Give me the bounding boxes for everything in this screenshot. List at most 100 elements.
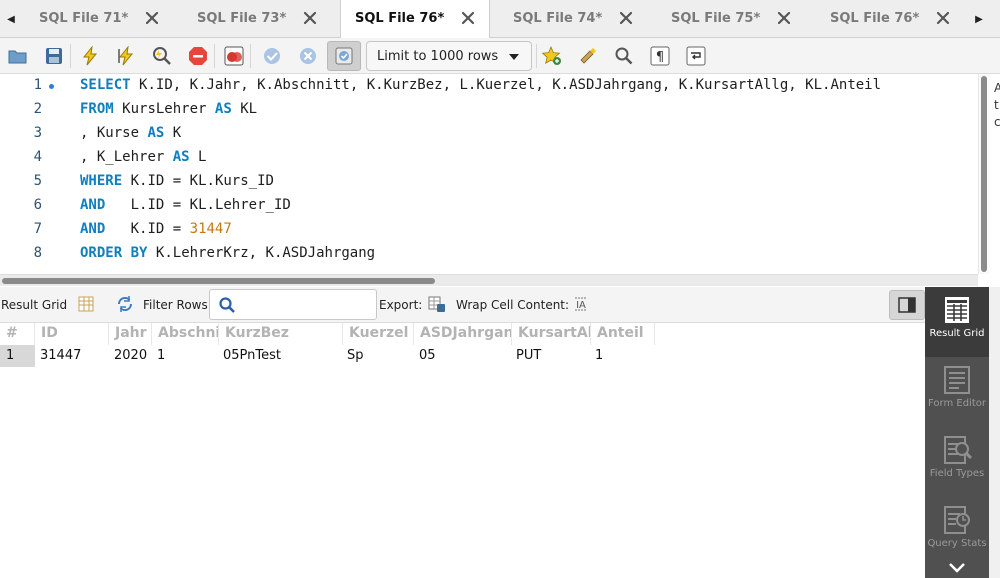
tab-scroll-right-button[interactable]: ▶ [968,0,990,38]
table-cell[interactable]: PUT [512,345,591,367]
bookmark-icon[interactable] [541,45,563,67]
code-text[interactable]: AND L.ID = KL.Lehrer_ID [80,197,291,213]
tab-sql-file-73[interactable]: SQL File 73* [180,0,340,38]
sql-editor[interactable]: 1 SELECT K.ID, K.Jahr, K.Abschnitt, K.Ku… [0,74,978,274]
code-text[interactable]: AND K.ID = 31447 [80,221,232,237]
column-header[interactable]: Kuerzel [343,323,414,345]
grid-view-icon[interactable] [78,295,96,313]
code-line[interactable]: 2 FROM KursLehrer AS KL [0,98,978,122]
code-line[interactable]: 3 , Kurse AS K [0,122,978,146]
beautify-icon[interactable] [577,45,599,67]
column-header[interactable]: KursartAllg [512,323,591,345]
code-line[interactable]: 4 , K_Lehrer AS L [0,146,978,170]
sql-keyword: WHERE [80,173,123,189]
column-header[interactable]: KurzBez [219,323,343,345]
editor-vertical-scrollbar[interactable] [978,74,990,274]
execute-icon[interactable] [79,45,101,67]
column-header[interactable]: Jahr [109,323,152,345]
close-icon[interactable] [935,10,951,26]
editor-horizontal-scroll-thumb[interactable] [2,278,435,284]
form-editor-icon [944,366,970,394]
tab-label: SQL File 73* [197,11,287,26]
execute-current-icon[interactable] [115,45,137,67]
toolbar-separator [214,44,215,68]
code-line[interactable]: 6 AND L.ID = KL.Lehrer_ID [0,194,978,218]
commit-icon[interactable] [261,45,283,67]
line-number: 4 [33,149,42,165]
export-icon[interactable] [428,295,446,313]
table-cell[interactable]: 1 [153,345,219,367]
column-header[interactable]: Anteil [591,323,655,345]
code-line[interactable]: 5 WHERE K.ID = KL.Kurs_ID [0,170,978,194]
table-cell[interactable]: 2020 [110,345,152,367]
toggle-side-panel-button[interactable] [889,290,925,320]
autocommit-toggle-button[interactable] [327,41,361,71]
close-icon[interactable] [618,10,634,26]
limit-rows-label: Limit to 1000 rows [377,49,499,64]
side-panel-scroll-down-button[interactable] [925,557,989,578]
column-header[interactable]: Abschnitt [152,323,219,345]
side-panel-label: Result Grid [929,328,985,339]
wrap-icon[interactable] [685,45,707,67]
result-toolbar: Result Grid Filter Rows: Export: Wrap Ce… [0,287,925,323]
sql-number-literal: 31447 [189,221,232,237]
close-icon[interactable] [302,10,318,26]
side-panel-field-types-button[interactable]: Field Types [925,427,989,497]
tab-label: SQL File 76* [830,11,920,26]
code-text[interactable]: FROM KursLehrer AS KL [80,101,257,117]
tab-sql-file-76[interactable]: SQL File 76* [812,0,968,38]
column-header[interactable]: # [0,323,35,345]
autocommit-icon [335,47,353,65]
table-cell[interactable]: 31447 [36,345,109,367]
code-text[interactable]: , K_Lehrer AS L [80,149,206,165]
column-header[interactable]: ASDJahrgang [414,323,512,345]
invisible-chars-icon[interactable]: ¶ [649,45,671,67]
limit-rows-select[interactable]: Limit to 1000 rows [366,41,532,71]
tab-sql-file-75[interactable]: SQL File 75* [654,0,812,38]
save-icon[interactable] [43,45,65,67]
side-panel-label: Field Types [929,468,985,479]
svg-text:IA: IA [576,300,586,311]
side-panel-form-editor-button[interactable]: Form Editor [925,357,989,427]
close-icon[interactable] [460,10,476,26]
editor-horizontal-scrollbar[interactable] [0,274,978,286]
code-text[interactable]: SELECT K.ID, K.Jahr, K.Abschnitt, K.Kurz… [80,77,881,93]
table-cell[interactable]: 05 [415,345,512,367]
tab-sql-file-76-active[interactable]: SQL File 76* [340,0,490,39]
sql-keyword: AND [80,197,106,213]
editor-vertical-scroll-thumb[interactable] [981,76,987,272]
wrap-cell-icon[interactable]: IA [572,295,590,313]
table-cell[interactable]: 05PnTest [219,345,343,367]
code-line[interactable]: 7 AND K.ID = 31447 [0,218,978,242]
tab-sql-file-74[interactable]: SQL File 74* [496,0,654,38]
filter-rows-field[interactable] [209,289,377,320]
rollback-icon[interactable] [297,45,319,67]
code-text[interactable]: WHERE K.ID = KL.Kurs_ID [80,173,274,189]
tab-scroll-left-button[interactable]: ◀ [0,0,22,38]
query-toolbar: Limit to 1000 rows ¶ [0,38,1000,74]
column-header[interactable]: ID [35,323,109,345]
sql-keyword: AS [147,125,165,141]
table-cell[interactable]: 1 [591,345,655,367]
search-icon [219,297,235,313]
filter-rows-input[interactable] [238,295,370,315]
code-line[interactable]: 8 ORDER BY K.LehrerKrz, K.ASDJahrgang [0,242,978,266]
row-number-cell[interactable]: 1 [0,345,35,367]
side-panel-result-grid-button[interactable]: Result Grid [925,287,989,357]
result-grid[interactable]: # ID Jahr Abschnitt KurzBez Kuerzel ASDJ… [0,323,925,578]
code-text[interactable]: , Kurse AS K [80,125,181,141]
close-icon[interactable] [144,10,160,26]
open-folder-icon[interactable] [7,45,29,67]
code-text[interactable]: ORDER BY K.LehrerKrz, K.ASDJahrgang [80,245,375,261]
stop-icon[interactable] [187,45,209,67]
line-number: 2 [33,101,42,117]
code-line[interactable]: 1 SELECT K.ID, K.Jahr, K.Abschnitt, K.Ku… [0,74,978,98]
table-cell[interactable]: Sp [343,345,414,367]
refresh-icon[interactable] [116,295,134,313]
find-icon[interactable] [613,45,635,67]
explain-icon[interactable] [151,45,173,67]
close-icon[interactable] [776,10,792,26]
tab-sql-file-71[interactable]: SQL File 71* [22,0,180,38]
stop-on-error-icon[interactable] [223,45,245,67]
table-row[interactable]: 1 31447 2020 1 05PnTest Sp 05 PUT 1 [0,345,655,367]
